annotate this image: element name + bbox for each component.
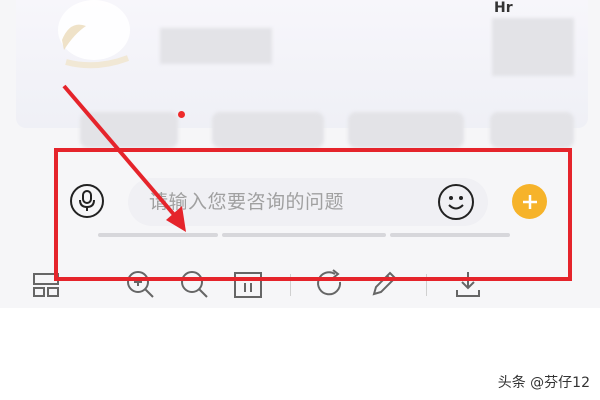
blurred-avatar: [492, 18, 574, 76]
smiley-icon: [448, 196, 464, 210]
plus-icon: [522, 194, 537, 209]
unread-dot: [178, 111, 185, 118]
emoji-button[interactable]: [438, 184, 474, 220]
tab-indicator: [98, 233, 218, 237]
quick-reply-chip[interactable]: [80, 112, 178, 148]
edit-pen-icon[interactable]: [368, 268, 400, 300]
fit-icon[interactable]: [232, 268, 264, 300]
more-button[interactable]: [512, 184, 547, 219]
layout-icon[interactable]: [30, 268, 62, 300]
blurred-name: [160, 28, 272, 64]
quick-reply-chip[interactable]: [490, 112, 574, 148]
zoom-in-icon[interactable]: [124, 268, 156, 300]
message-input-placeholder: 请输入您要咨询的问题: [149, 191, 345, 213]
watermark: 头条 @芬仔12: [497, 375, 590, 391]
zoom-out-icon[interactable]: [178, 268, 210, 300]
quick-reply-chip[interactable]: [212, 112, 324, 148]
app-screen: Hr 请输入您要咨询的问题: [0, 0, 600, 308]
header-fragment: Hr: [494, 0, 513, 16]
toolbar-divider: [426, 274, 427, 296]
download-icon[interactable]: [452, 268, 484, 300]
brand-logo: [58, 0, 130, 69]
quick-reply-chip[interactable]: [348, 112, 464, 148]
tab-indicator: [222, 233, 386, 237]
voice-input-button[interactable]: [70, 184, 104, 218]
toolbar-divider: [290, 274, 291, 296]
tab-indicator: [390, 233, 510, 237]
microphone-icon: [79, 190, 95, 211]
rotate-icon[interactable]: [314, 268, 346, 300]
